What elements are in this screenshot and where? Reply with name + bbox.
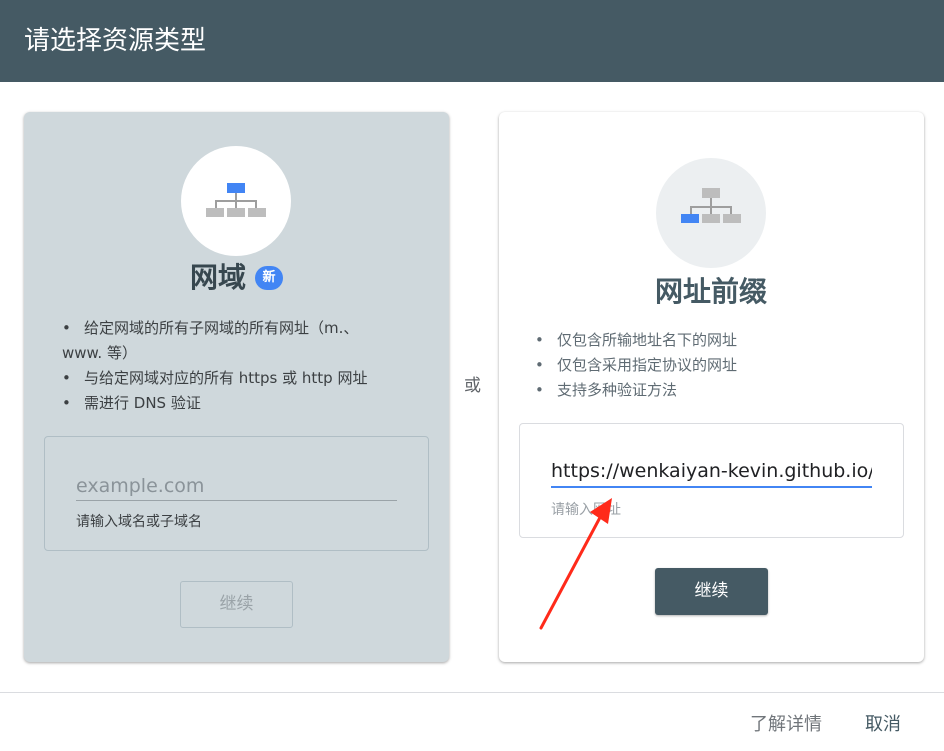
domain-input-box: 请输入域名或子域名 — [44, 436, 429, 551]
url-prefix-icon-circle — [656, 158, 766, 268]
list-item: 仅包含所输地址名下的网址 — [535, 328, 895, 353]
domain-property-card[interactable]: 网域 新 给定网域的所有子网域的所有网址（m.、www. 等） 与给定网域对应的… — [24, 112, 449, 662]
learn-more-link[interactable]: 了解详情 — [750, 712, 822, 738]
list-item: 需进行 DNS 验证 — [62, 391, 392, 416]
sitemap-icon — [206, 183, 266, 217]
domain-helper-text: 请输入域名或子域名 — [76, 514, 202, 530]
cancel-button[interactable]: 取消 — [865, 712, 901, 738]
list-item: 支持多种验证方法 — [535, 378, 895, 403]
new-badge: 新 — [255, 266, 283, 290]
list-item: 仅包含采用指定协议的网址 — [535, 353, 895, 378]
domain-continue-button[interactable]: 继续 — [180, 581, 293, 628]
annotation-arrow-icon — [539, 498, 612, 630]
dialog-header: 请选择资源类型 — [0, 0, 944, 82]
list-item: 与给定网域对应的所有 https 或 http 网址 — [62, 366, 392, 391]
domain-input[interactable] — [76, 471, 397, 501]
list-item: 给定网域的所有子网域的所有网址（m.、www. 等） — [62, 316, 392, 366]
url-input[interactable] — [551, 456, 872, 488]
url-prefix-feature-list: 仅包含所输地址名下的网址 仅包含采用指定协议的网址 支持多种验证方法 — [535, 328, 895, 403]
footer-divider — [0, 692, 944, 693]
or-label: 或 — [464, 376, 481, 396]
url-prefix-card-title: 网址前缀 — [655, 275, 768, 308]
domain-card-title: 网域 — [190, 261, 247, 294]
domain-icon-circle — [181, 146, 291, 256]
domain-feature-list: 给定网域的所有子网域的所有网址（m.、www. 等） 与给定网域对应的所有 ht… — [62, 316, 392, 416]
sitemap-icon — [681, 188, 741, 223]
dialog-title: 请选择资源类型 — [24, 26, 207, 56]
url-prefix-continue-button[interactable]: 继续 — [655, 568, 768, 615]
